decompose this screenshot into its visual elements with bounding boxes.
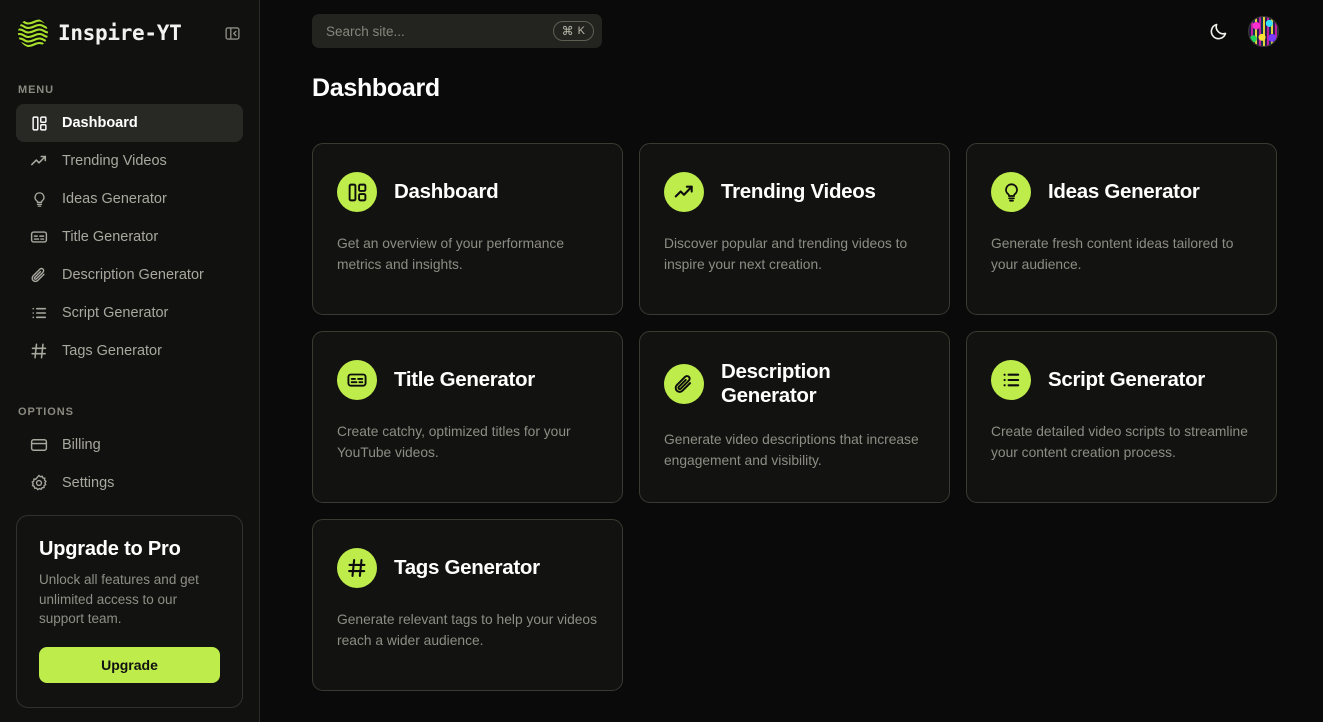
sidebar-item-label: Tags Generator [62,343,162,359]
brand[interactable]: Inspire-YT [16,16,182,50]
sidebar-item-description-generator[interactable]: Description Generator [16,256,243,294]
brand-row: Inspire-YT [16,0,243,62]
shortcut-letter: K [577,25,585,37]
list-icon [991,360,1031,400]
sidebar: Inspire-YT MENU Dashboard Trending Video… [0,0,260,722]
sidebar-item-label: Title Generator [62,229,159,245]
trending-up-icon [664,172,704,212]
card-title: Tags Generator [394,555,540,579]
card-head: Ideas Generator [991,172,1252,212]
captions-icon [337,360,377,400]
card-description: Generate fresh content ideas tailored to… [991,236,1234,272]
card-title: Description Generator [721,360,831,408]
card-head: Description Generator [664,360,925,408]
paperclip-icon [664,364,704,405]
card-description: Create catchy, optimized titles for your… [337,424,571,460]
card-description: Generate relevant tags to help your vide… [337,612,597,648]
card-description: Create detailed video scripts to streaml… [991,424,1248,460]
feature-card-title-generator[interactable]: Title Generator Create catchy, optimized… [312,331,623,503]
brand-name: Inspire-YT [58,21,182,45]
search-box[interactable]: ⌘ K [312,14,602,48]
page-title: Dashboard [312,74,440,102]
sidebar-menu: Dashboard Trending Videos Ideas Generato… [16,104,243,370]
topbar: ⌘ K [260,0,1323,62]
card-head: Trending Videos [664,172,925,212]
sidebar-item-title-generator[interactable]: Title Generator [16,218,243,256]
trending-up-icon [30,152,48,170]
card-title: Trending Videos [721,179,876,203]
panel-collapse-icon[interactable] [221,22,243,44]
feature-card-tags-generator[interactable]: Tags Generator Generate relevant tags to… [312,519,623,691]
sidebar-item-label: Ideas Generator [62,191,167,207]
sidebar-options: Billing Settings [16,426,243,502]
avatar[interactable] [1248,15,1279,47]
list-icon [30,304,48,322]
upgrade-description: Unlock all features and get unlimited ac… [39,572,199,627]
card-head: Dashboard [337,172,598,212]
upgrade-card: Upgrade to Pro Unlock all features and g… [16,515,243,708]
feature-card-dashboard[interactable]: Dashboard Get an overview of your perfor… [312,143,623,315]
lightbulb-icon [30,190,48,208]
hash-icon [337,548,377,588]
sidebar-item-label: Settings [62,475,115,491]
feature-card-ideas-generator[interactable]: Ideas Generator Generate fresh content i… [966,143,1277,315]
feature-card-script-generator[interactable]: Script Generator Create detailed video s… [966,331,1277,503]
card-description: Get an overview of your performance metr… [337,236,564,272]
sidebar-item-label: Trending Videos [62,153,167,169]
sidebar-item-billing[interactable]: Billing [16,426,243,464]
paperclip-icon [30,266,48,284]
search-input[interactable] [326,23,553,39]
feature-card-trending-videos[interactable]: Trending Videos Discover popular and tre… [639,143,950,315]
moon-icon[interactable] [1208,20,1230,42]
feature-cards-grid: Dashboard Get an overview of your perfor… [260,103,1323,691]
card-title: Script Generator [1048,367,1205,391]
sidebar-item-dashboard[interactable]: Dashboard [16,104,243,142]
card-title: Title Generator [394,367,535,391]
menu-section-label: MENU [18,84,54,96]
card-description: Generate video descriptions that increas… [664,432,919,469]
upgrade-title: Upgrade to Pro [39,538,181,561]
search-shortcut-badge[interactable]: ⌘ K [552,21,594,41]
app-root: Inspire-YT MENU Dashboard Trending Video… [0,0,1323,722]
card-title: Dashboard [394,179,499,203]
options-section-label: OPTIONS [18,406,74,418]
sidebar-item-label: Script Generator [62,305,169,321]
sidebar-item-label: Dashboard [62,115,138,131]
credit-card-icon [30,436,48,454]
card-description: Discover popular and trending videos to … [664,236,908,272]
captions-icon [30,228,48,246]
sidebar-item-tags-generator[interactable]: Tags Generator [16,332,243,370]
upgrade-button[interactable]: Upgrade [39,647,220,683]
green-globe-waves-logo [16,16,50,50]
sidebar-item-ideas-generator[interactable]: Ideas Generator [16,180,243,218]
feature-card-description-generator[interactable]: Description Generator Generate video des… [639,331,950,503]
command-key-glyph: ⌘ [561,24,574,38]
card-head: Script Generator [991,360,1252,400]
gear-icon [30,474,48,492]
main-content: ⌘ K Dashboard [260,0,1323,722]
sidebar-item-settings[interactable]: Settings [16,464,243,502]
sidebar-item-label: Description Generator [62,267,204,283]
sidebar-item-trending-videos[interactable]: Trending Videos [16,142,243,180]
sidebar-item-label: Billing [62,437,101,453]
topbar-right [1208,15,1279,47]
sidebar-item-script-generator[interactable]: Script Generator [16,294,243,332]
card-head: Tags Generator [337,548,598,588]
layout-dashboard-icon [337,172,377,212]
lightbulb-icon [991,172,1031,212]
hash-icon [30,342,48,360]
card-title: Ideas Generator [1048,179,1200,203]
card-head: Title Generator [337,360,598,400]
layout-dashboard-icon [30,114,48,132]
